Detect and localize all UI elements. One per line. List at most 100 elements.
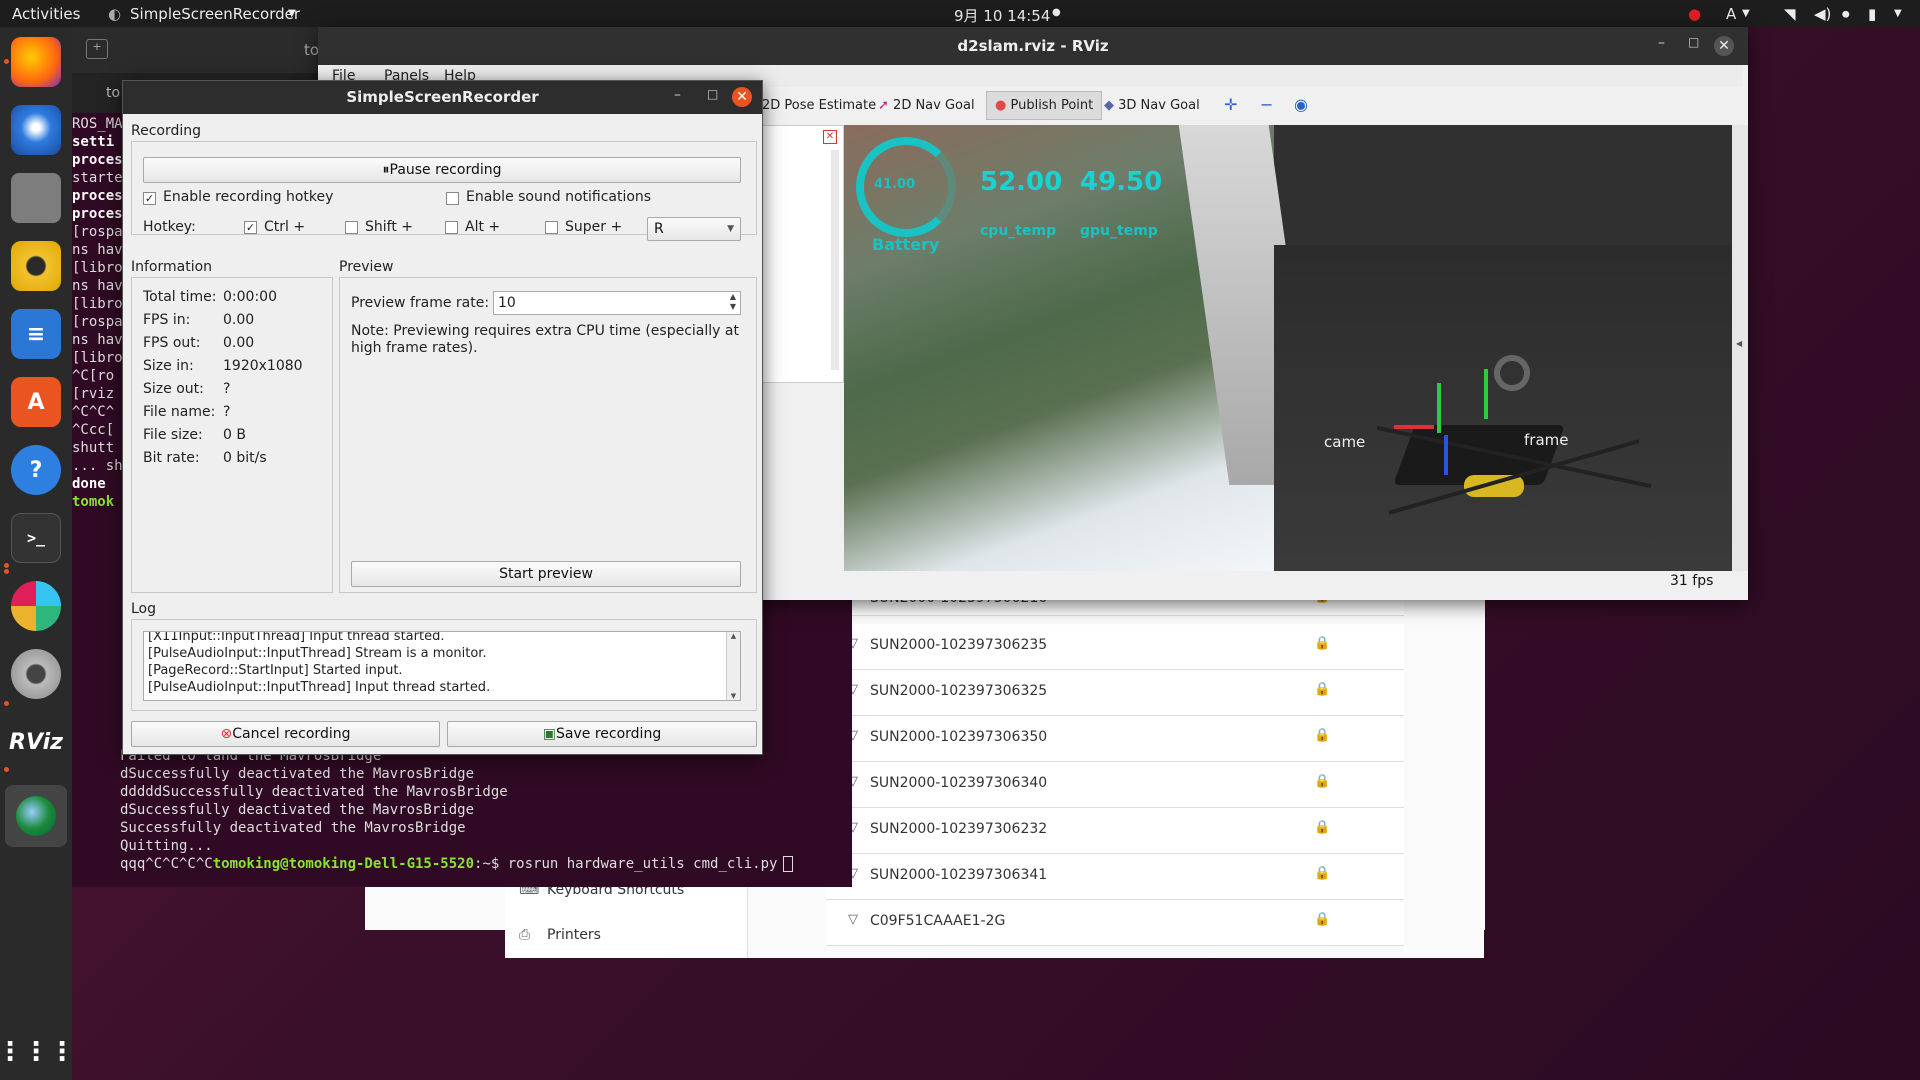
writer-icon[interactable]: ≡ [11,309,61,359]
save-recording-button[interactable]: ▣Save recording [447,721,757,747]
terminal-line: tomok [72,494,115,510]
prompt-prefix: qqq^C^C^C^C [120,856,213,872]
volume-icon[interactable]: ◀) [1814,5,1831,23]
clock[interactable]: 9月 10 14:54 [954,5,1050,26]
settings-icon[interactable] [11,649,61,699]
software-icon[interactable]: A [11,377,61,427]
wifi-name: SUN2000-102397306325 [870,683,1048,699]
start-preview-button[interactable]: Start preview [351,561,741,587]
wifi-name: C09F51CAAAE1-2G [870,913,1006,929]
super-checkbox[interactable] [545,221,558,234]
ctrl-checkbox[interactable]: ✓ [244,221,257,234]
wifi-row[interactable]: ▽ SUN2000-102397306235 🔒 [826,624,1404,670]
terminal-line: proces [72,206,123,222]
scroll-up-icon[interactable]: ▲ [727,632,740,640]
terminal-line: ^Ccc[ [72,422,115,438]
rviz-title: d2slam.rviz - RViz [957,37,1109,55]
displays-panel: ✕ [762,125,844,383]
thunderbird-icon[interactable] [11,105,61,155]
sound-notifications-checkbox[interactable] [446,192,459,205]
zoom-in-icon[interactable]: ✛ [1224,95,1237,114]
new-tab-icon[interactable]: + [86,39,108,59]
alt-label: Alt + [465,219,501,235]
maximize-icon[interactable]: □ [707,87,718,101]
tool-2d-nav-goal[interactable]: ➚ 2D Nav Goal [878,98,975,113]
maximize-icon[interactable]: □ [1688,35,1699,49]
fps-label: 31 fps [1670,573,1714,589]
network-icon[interactable]: ◥ [1784,5,1796,23]
printer-icon: ⎙ [519,927,531,943]
tool-publish-point[interactable]: ● Publish Point [986,91,1103,120]
view-icon[interactable]: ◉ [1294,95,1308,114]
scroll-down-icon[interactable]: ▼ [727,692,740,700]
wifi-row[interactable]: ▽ SUN2000-102397306340 🔒 [826,762,1404,808]
hotkey-key-select[interactable]: R ▼ [647,217,741,241]
slack-icon[interactable] [11,581,61,631]
spinner-arrows-icon[interactable]: ▲ ▼ [730,292,736,312]
close-icon[interactable]: ✕ [732,87,752,107]
sidebar-item-printers[interactable]: Printers [547,927,601,943]
alt-checkbox[interactable] [445,221,458,234]
show-apps-icon[interactable]: ⋮⋮⋮ [0,1027,75,1077]
battery-icon[interactable]: ▮ [1868,5,1876,23]
wifi-row[interactable]: ▽ SUN2000-102397306325 🔒 [826,670,1404,716]
tool-2d-pose-estimate[interactable]: 2D Pose Estimate [762,98,876,113]
terminal-line: [libro [72,260,123,276]
activities-button[interactable]: Activities [12,5,80,23]
terminal-line: Successfully deactivated the MavrosBridg… [120,820,466,836]
panel-close-icon[interactable]: ✕ [823,130,837,144]
shift-checkbox[interactable] [345,221,358,234]
cancel-recording-button[interactable]: ⊗Cancel recording [131,721,440,747]
enable-hotkey-checkbox[interactable]: ✓ [143,192,156,205]
firefox-icon[interactable] [11,37,61,87]
rviz-icon[interactable]: RViz [9,717,63,767]
zoom-out-icon[interactable]: − [1260,95,1273,114]
info-label: FPS in: [143,312,191,328]
log-scrollbar[interactable]: ▲ ▼ [726,632,740,700]
microphone-icon[interactable]: ⏺ [1842,5,1850,23]
terminal-output-left: ROS_MA setti proces starte proces proces [rosp… [72,115,123,511]
app-menu[interactable]: SimpleScreenRecorder [130,5,300,23]
simplescreenrecorder-icon[interactable] [5,785,67,847]
lock-icon: 🔒 [1314,912,1331,927]
wifi-row[interactable]: ▽ SUN2000-102397306350 🔒 [826,716,1404,762]
terminal-cursor [783,856,794,872]
log-output[interactable]: [X11Input::InputThread] Input thread sta… [143,631,741,701]
prompt-command: :~$ rosrun hardware_utils cmd_cli.py [474,856,778,872]
top-bar: Activities ◐ SimpleScreenRecorder ▼ 9月 1… [0,0,1920,27]
cpu-temp-label: cpu_temp [980,223,1057,239]
minimize-icon[interactable]: – [1658,35,1665,51]
preview-note: Note: Previewing requires extra CPU time… [351,323,739,356]
minimize-icon[interactable]: – [674,87,681,103]
system-menu-chevron-icon[interactable]: ▼ [1894,8,1902,19]
render-view[interactable]: 41.00 Battery 52.00 cpu_temp 49.50 gpu_t… [844,125,1732,571]
files-icon[interactable] [11,173,61,223]
terminal-icon[interactable]: >_ [11,513,61,563]
wifi-signal-icon: ▽ [848,912,858,927]
rviz-titlebar: d2slam.rviz - RViz [318,27,1748,65]
terminal-line: shutt [72,440,115,456]
wifi-row[interactable]: ▽ SUN2000-102397306341 🔒 [826,854,1404,900]
right-panel-collapse[interactable]: ◀ [1732,125,1748,571]
panel-scrollbar[interactable] [831,150,839,370]
log-group-label: Log [131,601,157,617]
help-icon[interactable]: ? [11,445,61,495]
chevron-down-icon: ▼ [727,224,734,234]
tool-3d-nav-goal[interactable]: ◆ 3D Nav Goal [1104,98,1200,113]
preview-rate-input[interactable]: 10 ▲ ▼ [493,291,741,315]
terminal-prompt[interactable]: qqq^C^C^C^Ctomoking@tomoking-Dell-G15-55… [120,855,794,873]
preview-rate-label: Preview frame rate: [351,295,490,311]
wifi-row[interactable]: ▽ C09F51CAAAE1-2G 🔒 [826,900,1404,946]
close-icon[interactable]: ✕ [1714,36,1734,56]
info-label: Size in: [143,358,194,374]
rhythmbox-icon[interactable] [11,241,61,291]
pause-recording-button[interactable]: ⏸Pause recording [143,157,741,183]
tool-label: Publish Point [1010,98,1094,113]
input-method[interactable]: A [1726,5,1736,23]
collapse-arrow-icon: ◀ [1736,339,1743,348]
recording-indicator-icon[interactable]: ● [1688,5,1701,23]
wifi-row[interactable]: ▽ SUN2000-102397306232 🔒 [826,808,1404,854]
save-icon: ▣ [542,726,557,742]
sound-notifications-label: Enable sound notifications [466,189,652,205]
terminal-tab[interactable]: to [106,85,120,101]
